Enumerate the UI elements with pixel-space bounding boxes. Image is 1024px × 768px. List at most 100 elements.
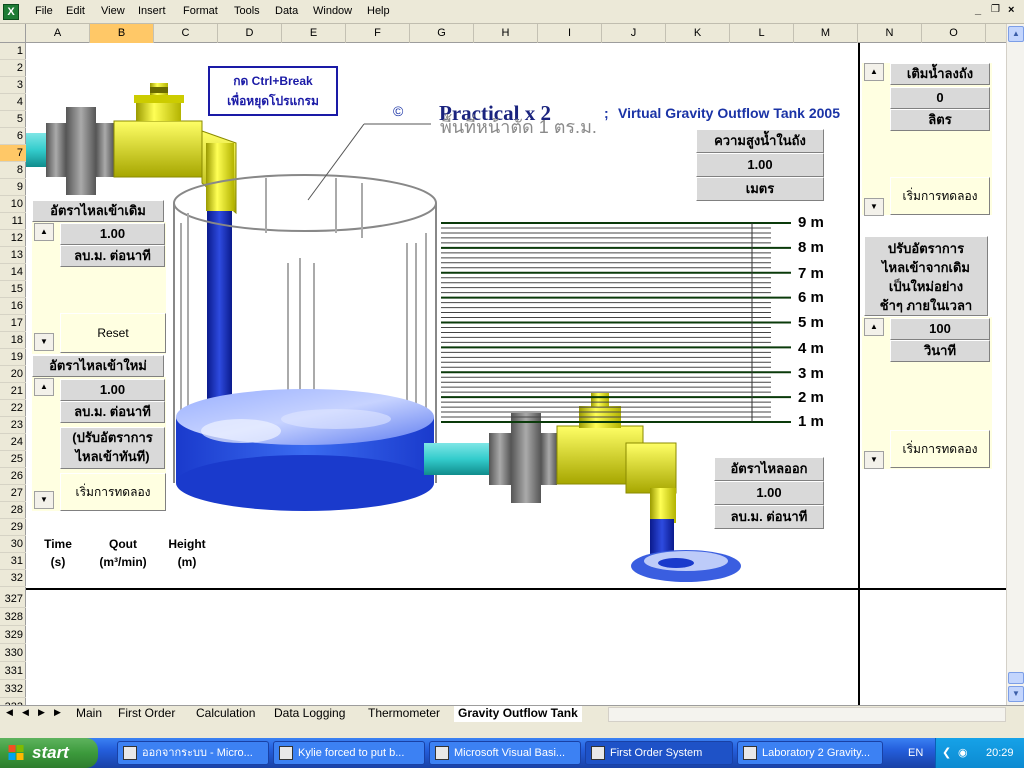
row-number[interactable]: 11	[0, 213, 26, 230]
horizontal-scrollbar[interactable]	[608, 707, 1006, 722]
ramp-spin-up[interactable]: ▲	[864, 318, 884, 336]
column-n[interactable]: N	[858, 24, 922, 43]
add-water-start-button[interactable]: เริ่มการทดลอง	[890, 177, 990, 215]
sheet-tab-data-logging[interactable]: Data Logging	[270, 706, 349, 722]
row-number[interactable]: 5	[0, 111, 26, 128]
row-number[interactable]: 29	[0, 519, 26, 536]
scroll-down-icon[interactable]: ▼	[1008, 686, 1024, 702]
select-all-corner[interactable]	[0, 24, 26, 43]
next-sheet-icon[interactable]: ▶	[38, 707, 45, 718]
row-number[interactable]: 330	[0, 644, 26, 662]
column-o[interactable]: O	[922, 24, 986, 43]
row-number[interactable]: 327	[0, 590, 26, 608]
row-number[interactable]: 1	[0, 43, 26, 60]
row-number[interactable]: 17	[0, 315, 26, 332]
prev-sheet-icon[interactable]: ◀	[22, 707, 29, 718]
row-number[interactable]: 14	[0, 264, 26, 281]
column-c[interactable]: C	[154, 24, 218, 43]
row-number[interactable]: 331	[0, 662, 26, 680]
worksheet[interactable]: © Practical x 2 ; Virtual Gravity Outflo…	[26, 43, 1006, 705]
sheet-tab-main[interactable]: Main	[72, 706, 106, 722]
inflow-new-spin-down[interactable]: ▼	[34, 491, 54, 509]
menu-tools[interactable]: Tools	[234, 5, 260, 17]
row-number[interactable]: 31	[0, 553, 26, 570]
row-number[interactable]: 329	[0, 626, 26, 644]
row-number[interactable]: 24	[0, 434, 26, 451]
last-sheet-icon[interactable]: ▶	[54, 707, 61, 718]
column-m[interactable]: M	[794, 24, 858, 43]
start-button[interactable]: start	[0, 738, 98, 768]
row-number[interactable]: 328	[0, 608, 26, 626]
excel-app-icon[interactable]: X	[3, 4, 19, 20]
inflow-new-start-button[interactable]: เริ่มการทดลอง	[60, 473, 166, 511]
menu-view[interactable]: View	[101, 5, 125, 17]
sheet-tab-gravity-outflow-tank[interactable]: Gravity Outflow Tank	[454, 706, 582, 722]
column-a[interactable]: A	[26, 24, 90, 43]
row-number[interactable]: 15	[0, 281, 26, 298]
menu-data[interactable]: Data	[275, 5, 298, 17]
row-number[interactable]: 32	[0, 570, 26, 587]
taskbar-item[interactable]: Microsoft Visual Basi...	[429, 741, 581, 765]
clock[interactable]: 20:29	[986, 738, 1014, 768]
row-number[interactable]: 20	[0, 366, 26, 383]
row-number[interactable]: 21	[0, 383, 26, 400]
column-f[interactable]: F	[346, 24, 410, 43]
row-number[interactable]: 26	[0, 468, 26, 485]
row-number[interactable]: 8	[0, 162, 26, 179]
add-water-spin-up[interactable]: ▲	[864, 63, 884, 81]
menu-format[interactable]: Format	[183, 5, 218, 17]
row-number[interactable]: 13	[0, 247, 26, 264]
row-number[interactable]: 4	[0, 94, 26, 111]
row-number[interactable]: 332	[0, 680, 26, 698]
reset-button[interactable]: Reset	[60, 313, 166, 353]
taskbar-item[interactable]: Laboratory 2 Gravity...	[737, 741, 883, 765]
restore-icon[interactable]: ❐	[991, 4, 1000, 15]
close-icon[interactable]: ×	[1008, 4, 1014, 16]
vertical-scrollbar[interactable]: ▲ ▼	[1006, 24, 1024, 705]
menu-help[interactable]: Help	[367, 5, 390, 17]
scroll-up-icon[interactable]: ▲	[1008, 26, 1024, 42]
column-k[interactable]: K	[666, 24, 730, 43]
row-number[interactable]: 28	[0, 502, 26, 519]
taskbar-item[interactable]: Kylie forced to put b...	[273, 741, 425, 765]
row-number[interactable]: 16	[0, 298, 26, 315]
column-d[interactable]: D	[218, 24, 282, 43]
column-h[interactable]: H	[474, 24, 538, 43]
inflow-initial-spin-down[interactable]: ▼	[34, 333, 54, 351]
row-number[interactable]: 10	[0, 196, 26, 213]
language-indicator[interactable]: EN	[908, 738, 923, 768]
column-b[interactable]: B	[90, 24, 154, 43]
row-number[interactable]: 22	[0, 400, 26, 417]
column-j[interactable]: J	[602, 24, 666, 43]
column-i[interactable]: I	[538, 24, 602, 43]
column-l[interactable]: L	[730, 24, 794, 43]
inflow-new-spin-up[interactable]: ▲	[34, 378, 54, 396]
row-number[interactable]: 3	[0, 77, 26, 94]
row-number[interactable]: 6	[0, 128, 26, 145]
row-number[interactable]: 18	[0, 332, 26, 349]
menu-edit[interactable]: Edit	[66, 5, 85, 17]
sheet-tab-thermometer[interactable]: Thermometer	[364, 706, 444, 722]
row-number[interactable]: 7	[0, 145, 26, 162]
row-number[interactable]: 30	[0, 536, 26, 553]
inflow-initial-spin-up[interactable]: ▲	[34, 223, 54, 241]
first-sheet-icon[interactable]: ◀	[6, 707, 13, 718]
column-g[interactable]: G	[410, 24, 474, 43]
add-water-spin-down[interactable]: ▼	[864, 198, 884, 216]
tray-arrow-icon[interactable]: ❮	[942, 738, 951, 768]
menu-file[interactable]: File	[35, 5, 53, 17]
ramp-spin-down[interactable]: ▼	[864, 451, 884, 469]
row-number[interactable]: 25	[0, 451, 26, 468]
menu-insert[interactable]: Insert	[138, 5, 166, 17]
column-e[interactable]: E	[282, 24, 346, 43]
tray-network-icon[interactable]: ◉	[958, 738, 968, 768]
row-number[interactable]: 9	[0, 179, 26, 196]
row-number[interactable]: 2	[0, 60, 26, 77]
ramp-start-button[interactable]: เริ่มการทดลอง	[890, 430, 990, 468]
row-number[interactable]: 19	[0, 349, 26, 366]
taskbar-item[interactable]: ออกจากระบบ - Micro...	[117, 741, 269, 765]
minimize-icon[interactable]: _	[975, 4, 981, 16]
menu-window[interactable]: Window	[313, 5, 352, 17]
scroll-thumb[interactable]	[1008, 672, 1024, 684]
taskbar-item-active[interactable]: First Order System	[585, 741, 733, 765]
